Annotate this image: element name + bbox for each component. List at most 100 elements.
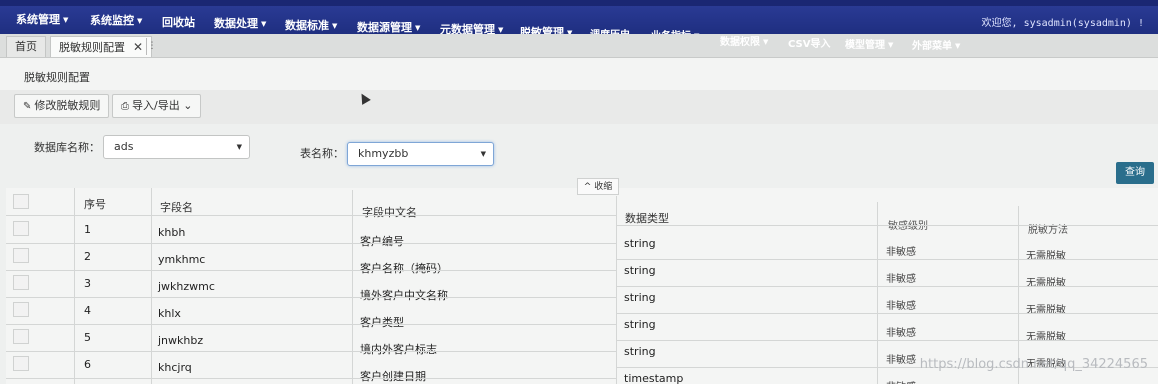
row-checkbox[interactable] bbox=[13, 221, 29, 236]
caret-down-icon: ▼ bbox=[888, 41, 894, 49]
table-name-select[interactable]: khmyzbb ▼ bbox=[347, 142, 494, 166]
menu-label: 数据源管理 bbox=[357, 21, 412, 34]
edit-icon: ✎ bbox=[23, 101, 32, 112]
cell-no: 2 bbox=[84, 250, 91, 263]
row-checkbox[interactable] bbox=[13, 275, 29, 290]
edit-rule-button[interactable]: ✎ 修改脱敏规则 bbox=[14, 94, 110, 118]
cell-data-type: string bbox=[624, 291, 656, 304]
import-export-icon: ⎙ bbox=[121, 101, 129, 112]
row-checkbox[interactable] bbox=[13, 302, 29, 317]
row-divider bbox=[6, 270, 616, 271]
cell-data-type: string bbox=[624, 264, 656, 277]
select-all-checkbox[interactable] bbox=[13, 194, 29, 209]
cell-field: ymkhmc bbox=[158, 253, 206, 266]
row-divider bbox=[6, 324, 616, 325]
cell-cn-name: 客户编号 bbox=[360, 235, 404, 248]
table-name-label: 表名称： bbox=[300, 147, 344, 160]
menu-label: 数据权限 bbox=[720, 37, 760, 48]
menu-system-monitor[interactable]: 系统监控 ▼ bbox=[90, 12, 142, 28]
tab-desensitization-config[interactable]: 脱敏规则配置 ✕ bbox=[50, 36, 153, 57]
cell-no: 5 bbox=[84, 331, 91, 344]
menu-label: 系统管理 bbox=[16, 13, 60, 26]
menu-datasource-management[interactable]: 数据源管理 ▼ bbox=[357, 19, 420, 35]
column-header-method[interactable]: 脱敏方法 bbox=[1028, 221, 1068, 236]
row-divider bbox=[6, 243, 616, 244]
menu-model-management[interactable]: 模型管理 ▼ bbox=[845, 36, 893, 51]
cell-cn-name: 客户类型 bbox=[360, 316, 404, 329]
menu-recycle-bin[interactable]: 回收站 bbox=[162, 14, 195, 30]
db-name-select[interactable]: ads ▼ bbox=[103, 135, 250, 159]
menu-label: 模型管理 bbox=[845, 40, 885, 51]
tab-bar: 首页 脱敏规则配置 ✕ ⋮ 数据权限 ▼ CSV导入 模型管理 ▼ 外部菜单 ▼ bbox=[0, 34, 1158, 58]
cell-sensitivity: 非敏感 bbox=[886, 247, 916, 258]
cell-field: khcjrq bbox=[158, 361, 192, 374]
welcome-text: 欢迎您, sysadmin(sysadmin) ! bbox=[981, 18, 1144, 29]
select-arrow-icon: ▼ bbox=[480, 150, 486, 158]
caret-down-icon: ▼ bbox=[332, 22, 338, 30]
column-divider bbox=[877, 202, 878, 384]
edit-rule-label: 修改脱敏规则 bbox=[34, 99, 101, 112]
menu-label: 外部菜单 bbox=[912, 41, 952, 52]
chevron-up-icon: ^ bbox=[583, 182, 592, 192]
db-name-value: ads bbox=[114, 140, 134, 153]
column-header-no[interactable]: 序号 bbox=[84, 196, 106, 212]
import-export-button[interactable]: ⎙ 导入/导出 ⌄ bbox=[112, 94, 202, 118]
row-checkbox[interactable] bbox=[13, 329, 29, 344]
menu-label: 系统监控 bbox=[90, 14, 134, 27]
collapse-label: 收缩 bbox=[594, 182, 613, 192]
cell-data-type: string bbox=[624, 345, 656, 358]
menu-system-management[interactable]: 系统管理 ▼ bbox=[16, 11, 68, 27]
caret-down-icon: ▼ bbox=[137, 17, 143, 25]
cell-field: khlx bbox=[158, 307, 181, 320]
select-arrow-icon: ▼ bbox=[236, 143, 242, 151]
menu-label: 回收站 bbox=[162, 16, 195, 29]
toolbar: ✎ 修改脱敏规则 ⎙ 导入/导出 ⌄ bbox=[0, 90, 1158, 124]
column-divider bbox=[352, 190, 353, 384]
row-divider bbox=[616, 313, 1158, 314]
cell-no: 6 bbox=[84, 358, 91, 371]
column-divider bbox=[151, 188, 152, 384]
cell-sensitivity: 非敏感 bbox=[886, 274, 916, 285]
row-divider bbox=[616, 225, 1158, 226]
cell-cn-name: 客户名称（掩码） bbox=[360, 262, 448, 275]
caret-down-icon: ▼ bbox=[63, 16, 69, 24]
tab-home-label: 首页 bbox=[15, 40, 37, 53]
chevron-down-icon: ⌄ bbox=[183, 99, 193, 112]
menu-csv-import[interactable]: CSV导入 bbox=[788, 35, 830, 50]
menu-label: CSV导入 bbox=[788, 39, 831, 50]
menu-data-processing[interactable]: 数据处理 ▼ bbox=[214, 15, 266, 31]
close-icon[interactable]: ✕ bbox=[133, 40, 143, 54]
menu-external[interactable]: 外部菜单 ▼ bbox=[912, 37, 960, 52]
row-checkbox[interactable] bbox=[13, 356, 29, 371]
import-export-label: 导入/导出 bbox=[132, 99, 180, 112]
watermark-text: https://blog.csdn.net/qq_34224565 bbox=[919, 357, 1148, 372]
tab-home[interactable]: 首页 bbox=[6, 36, 46, 57]
menu-data-standard[interactable]: 数据标准 ▼ bbox=[285, 17, 337, 33]
tab-menu-icon[interactable]: ⋮ bbox=[146, 38, 157, 55]
cell-sensitivity: 非敏感 bbox=[886, 301, 916, 312]
row-divider bbox=[6, 215, 616, 216]
cell-sensitivity: 非敏感 bbox=[886, 355, 916, 366]
collapse-button[interactable]: ^ 收缩 bbox=[577, 178, 619, 195]
column-header-cn-name[interactable]: 字段中文名 bbox=[362, 204, 417, 220]
cell-no: 1 bbox=[84, 223, 91, 236]
column-header-field[interactable]: 字段名 bbox=[160, 199, 193, 215]
cell-sensitivity: 非敏感 bbox=[886, 378, 916, 384]
caret-down-icon: ▼ bbox=[955, 42, 961, 50]
column-divider bbox=[74, 188, 75, 384]
query-button[interactable]: 查询 bbox=[1116, 162, 1154, 184]
menu-data-permission[interactable]: 数据权限 ▼ bbox=[720, 33, 768, 48]
cell-data-type: string bbox=[624, 318, 656, 331]
column-header-data-type[interactable]: 数据类型 bbox=[625, 210, 669, 226]
row-checkbox[interactable] bbox=[13, 248, 29, 263]
row-divider bbox=[6, 351, 616, 352]
menu-label: 数据标准 bbox=[285, 19, 329, 32]
panel-title: 脱敏规则配置 bbox=[24, 71, 90, 84]
cell-no: 4 bbox=[84, 304, 91, 317]
row-divider bbox=[6, 378, 616, 379]
tab-active-label: 脱敏规则配置 bbox=[59, 41, 125, 54]
cell-field: jnwkhbz bbox=[158, 334, 204, 347]
cell-field: khbh bbox=[158, 226, 186, 239]
cell-sensitivity: 非敏感 bbox=[886, 328, 916, 339]
table-name-value: khmyzbb bbox=[358, 147, 409, 160]
